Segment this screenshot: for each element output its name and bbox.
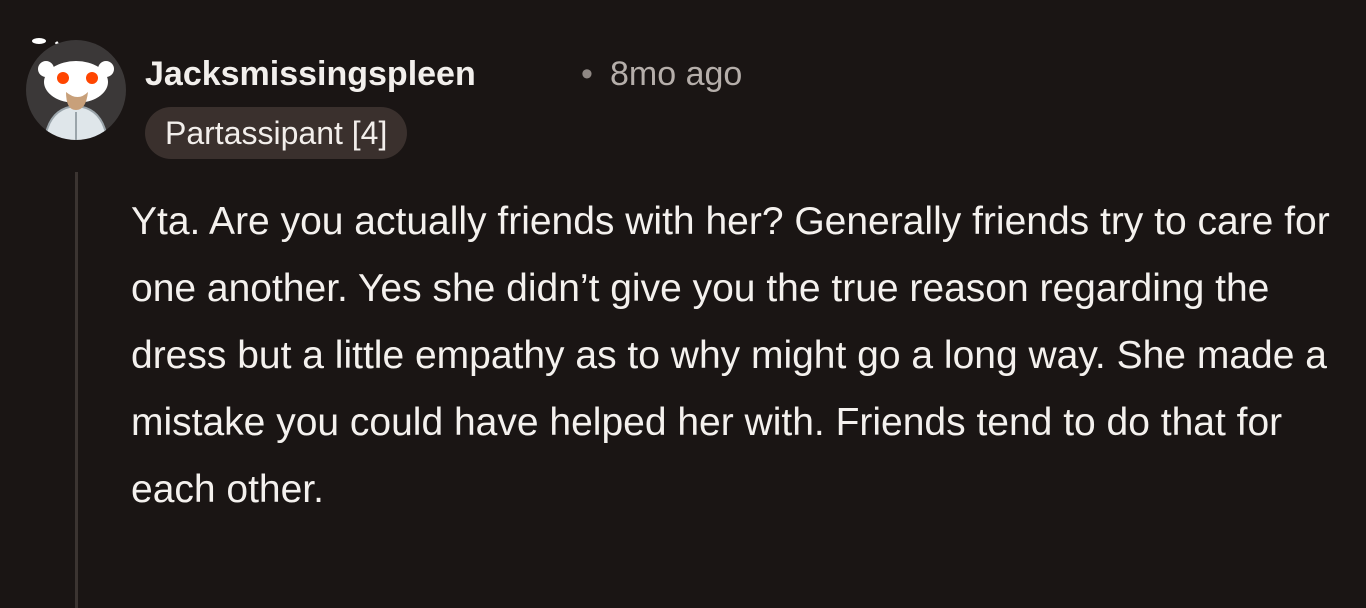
user-flair-badge: Partassipant [4] [145, 107, 408, 159]
snoo-avatar-icon[interactable] [22, 36, 130, 144]
thread-collapse-line[interactable] [75, 172, 78, 608]
comment: Jacksmissingspleen • 8mo ago Partassipan… [0, 0, 1366, 608]
comment-body: Yta. Are you actually friends with her? … [131, 200, 1330, 511]
comment-author[interactable]: Jacksmissingspleen [145, 52, 476, 96]
separator-dot: • [581, 55, 593, 93]
comment-timestamp[interactable]: 8mo ago [610, 52, 742, 96]
